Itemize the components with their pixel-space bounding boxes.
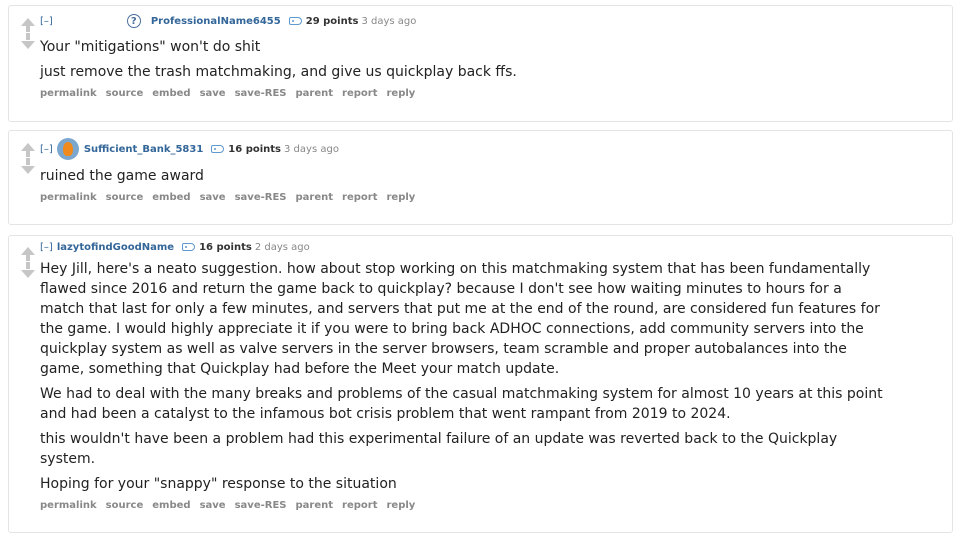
comment-paragraph: Hoping for your "snappy" response to the… [40, 476, 397, 492]
comment-tagline: [–] lazytofindGoodName 16 points 2 days … [40, 240, 310, 254]
comment-author[interactable]: Sufficient_Bank_5831 [84, 144, 203, 155]
comment-score: 16 points [228, 143, 282, 155]
embed-button[interactable]: embed [152, 88, 190, 99]
downvote-arrow-icon[interactable] [21, 33, 35, 49]
reply-button[interactable]: reply [386, 192, 415, 203]
comment: [–] Sufficient_Bank_5831 16 points 3 day… [8, 130, 953, 225]
permalink-button[interactable]: permalink [40, 192, 97, 203]
comment-time: 3 days ago [361, 15, 417, 27]
downvote-arrow-icon[interactable] [21, 262, 35, 278]
upvote-arrow-icon[interactable] [21, 143, 35, 157]
source-button[interactable]: source [106, 192, 144, 203]
comment-score: 29 points [305, 15, 359, 27]
permalink-button[interactable]: permalink [40, 500, 97, 511]
collapse-toggle[interactable]: [–] [40, 242, 53, 253]
tag-icon[interactable] [182, 243, 196, 251]
save-button[interactable]: save [200, 500, 226, 511]
comment-actions: permalink source embed save save-RES par… [40, 500, 424, 511]
comment-body: Hey Jill, here's a neato suggestion. how… [40, 259, 890, 499]
avatar[interactable] [56, 138, 79, 160]
upvote-arrow-icon[interactable] [21, 18, 35, 32]
comment: [–] ? ProfessionalName6455 29 points 3 d… [8, 5, 953, 122]
save-res-button[interactable]: save-RES [235, 192, 287, 203]
save-res-button[interactable]: save-RES [235, 500, 287, 511]
permalink-button[interactable]: permalink [40, 88, 97, 99]
comment-paragraph: ruined the game award [40, 168, 204, 184]
comment-actions: permalink source embed save save-RES par… [40, 88, 424, 99]
comment-paragraph: We had to deal with the many breaks and … [40, 386, 883, 422]
embed-button[interactable]: embed [152, 500, 190, 511]
comment-paragraph: Your "mitigations" won't do shit [40, 39, 261, 55]
report-button[interactable]: report [342, 192, 377, 203]
embed-button[interactable]: embed [152, 192, 190, 203]
comment-tagline: [–] ? ProfessionalName6455 29 points 3 d… [40, 14, 416, 28]
source-button[interactable]: source [106, 88, 144, 99]
save-button[interactable]: save [200, 88, 226, 99]
comment-author[interactable]: ProfessionalName6455 [151, 16, 281, 27]
save-button[interactable]: save [200, 192, 226, 203]
upvote-arrow-icon[interactable] [21, 247, 35, 261]
collapse-toggle[interactable]: [–] [40, 144, 53, 155]
comment-paragraph: Hey Jill, here's a neato suggestion. how… [40, 261, 880, 377]
tag-icon[interactable] [211, 145, 225, 153]
report-button[interactable]: report [342, 88, 377, 99]
parent-button[interactable]: parent [295, 500, 333, 511]
comment-time: 3 days ago [284, 143, 339, 155]
parent-button[interactable]: parent [295, 88, 333, 99]
reply-button[interactable]: reply [386, 88, 415, 99]
question-icon[interactable]: ? [126, 14, 141, 28]
comment-body: ruined the game award [40, 166, 890, 191]
tag-icon[interactable] [288, 17, 302, 25]
comment-body: Your "mitigations" won't do shit just re… [40, 37, 890, 87]
save-res-button[interactable]: save-RES [235, 88, 287, 99]
comment-time: 2 days ago [254, 241, 310, 253]
reply-button[interactable]: reply [386, 500, 415, 511]
comment-paragraph: this wouldn't have been a problem had th… [40, 431, 838, 467]
comment: [–] lazytofindGoodName 16 points 2 days … [8, 235, 953, 533]
report-button[interactable]: report [342, 500, 377, 511]
comment-actions: permalink source embed save save-RES par… [40, 192, 424, 203]
comment-tagline: [–] Sufficient_Bank_5831 16 points 3 day… [40, 138, 339, 160]
parent-button[interactable]: parent [295, 192, 333, 203]
comment-score: 16 points [199, 241, 252, 253]
collapse-toggle[interactable]: [–] [40, 16, 53, 27]
comment-paragraph: just remove the trash matchmaking, and g… [40, 64, 517, 80]
downvote-arrow-icon[interactable] [21, 158, 35, 174]
comment-author[interactable]: lazytofindGoodName [57, 242, 174, 253]
source-button[interactable]: source [106, 500, 144, 511]
